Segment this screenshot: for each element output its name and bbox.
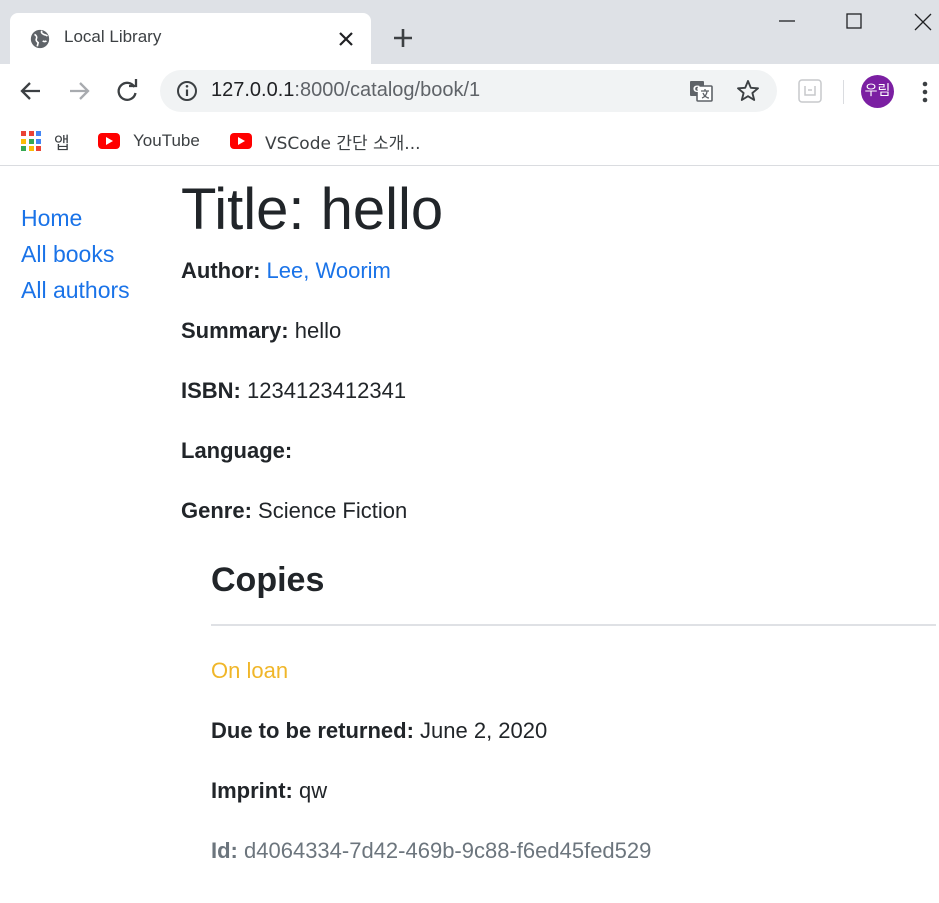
new-tab-icon[interactable] xyxy=(389,24,417,52)
summary-value: hello xyxy=(294,318,342,343)
sidebar-item-all-books[interactable]: All books xyxy=(21,236,130,272)
isbn-field: ISBN: 1234123412341 xyxy=(181,370,939,430)
minimize-icon[interactable] xyxy=(776,10,798,32)
address-bar[interactable]: 127.0.0.1:8000/catalog/book/1 G xyxy=(160,70,777,112)
summary-field: Summary: hello xyxy=(181,310,939,370)
svg-text:G: G xyxy=(693,85,700,95)
youtube-icon xyxy=(230,133,252,149)
maximize-icon[interactable] xyxy=(843,10,865,32)
tab-strip: Local Library xyxy=(0,0,939,64)
divider xyxy=(211,624,936,626)
copies-heading: Copies xyxy=(211,561,325,599)
extension-icon[interactable] xyxy=(797,78,823,104)
sidebar-item-home[interactable]: Home xyxy=(21,200,130,236)
imprint-value: qw xyxy=(299,778,328,803)
back-icon[interactable] xyxy=(16,76,46,106)
more-menu-icon[interactable] xyxy=(913,78,937,106)
bookmark-label: YouTube xyxy=(133,131,200,150)
imprint-label: Imprint: xyxy=(211,778,293,803)
genre-label: Genre: xyxy=(181,498,252,523)
reload-icon[interactable] xyxy=(112,76,142,106)
copies-section: Copies On loan Due to be returned: June … xyxy=(211,556,936,866)
id-value: d4064334-7d42-469b-9c88-f6ed45fed529 xyxy=(244,838,652,863)
forward-icon[interactable] xyxy=(64,76,94,106)
summary-label: Summary: xyxy=(181,318,289,343)
language-field: Language: xyxy=(181,430,939,490)
translate-icon[interactable]: G xyxy=(688,78,714,104)
browser-tab[interactable]: Local Library xyxy=(10,13,371,64)
sidebar-nav: Home All books All authors xyxy=(21,200,130,308)
url-path: :8000/catalog/book/1 xyxy=(294,79,481,101)
youtube-icon xyxy=(98,133,120,149)
toolbar-divider xyxy=(843,80,844,104)
genre-value: Science Fiction xyxy=(258,498,408,523)
bookmarks-bar: 앱 YouTube VSCode 간단 소개... xyxy=(0,120,939,166)
language-label: Language: xyxy=(181,438,293,463)
url-text[interactable]: 127.0.0.1:8000/catalog/book/1 xyxy=(211,79,480,102)
url-host: 127.0.0.1 xyxy=(211,79,295,101)
copy-item: On loan Due to be returned: June 2, 2020… xyxy=(211,656,936,866)
isbn-label: ISBN: xyxy=(181,378,241,403)
page-title: Title: hello xyxy=(181,177,444,242)
due-date-field: Due to be returned: June 2, 2020 xyxy=(211,716,936,746)
due-label: Due to be returned: xyxy=(211,718,414,743)
bookmark-star-icon[interactable] xyxy=(735,78,761,104)
isbn-value: 1234123412341 xyxy=(247,378,407,403)
bookmark-youtube[interactable]: YouTube xyxy=(98,129,200,153)
globe-icon xyxy=(30,29,50,49)
tab-title: Local Library xyxy=(64,27,162,46)
sidebar-item-all-authors[interactable]: All authors xyxy=(21,272,130,308)
id-label: Id: xyxy=(211,838,238,863)
bookmark-vscode[interactable]: VSCode 간단 소개... xyxy=(230,129,421,154)
book-detail: Title: hello Author: Lee, Woorim Summary… xyxy=(181,170,939,550)
author-field: Author: Lee, Woorim xyxy=(181,250,939,310)
copy-status: On loan xyxy=(211,658,289,683)
browser-toolbar: 127.0.0.1:8000/catalog/book/1 G 우림 xyxy=(0,64,939,120)
profile-avatar[interactable]: 우림 xyxy=(861,75,894,108)
due-value: June 2, 2020 xyxy=(420,718,548,743)
author-label: Author: xyxy=(181,258,261,283)
info-icon[interactable] xyxy=(175,79,199,103)
bookmark-label: VSCode 간단 소개... xyxy=(265,133,421,154)
genre-field: Genre: Science Fiction xyxy=(181,490,939,550)
bookmark-label: 앱 xyxy=(54,133,70,154)
window-close-icon[interactable] xyxy=(911,10,935,34)
bookmark-apps[interactable]: 앱 xyxy=(21,129,70,154)
id-field: Id: d4064334-7d42-469b-9c88-f6ed45fed529 xyxy=(211,836,936,866)
author-link[interactable]: Lee, Woorim xyxy=(267,258,391,283)
imprint-field: Imprint: qw xyxy=(211,776,936,806)
close-tab-icon[interactable] xyxy=(334,27,358,51)
apps-grid-icon xyxy=(21,131,41,151)
